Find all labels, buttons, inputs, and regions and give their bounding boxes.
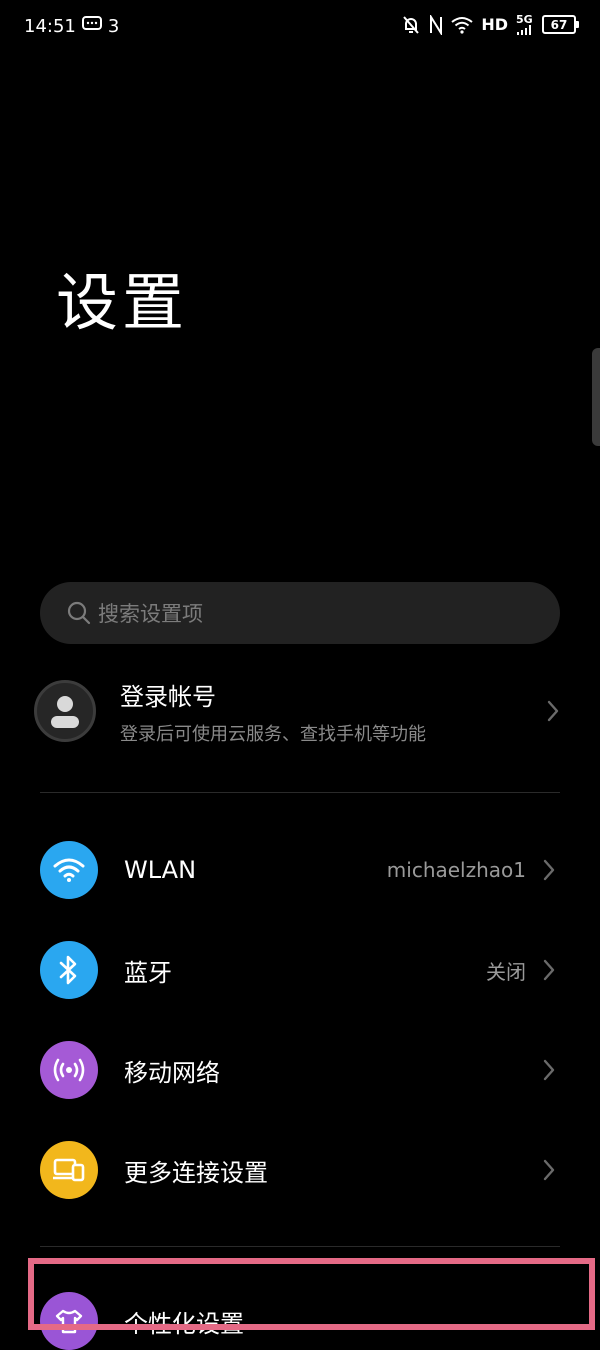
chevron-right-icon [542,858,556,882]
mobile-network-icon [40,1041,98,1099]
settings-item-more-connections[interactable]: 更多连接设置 [40,1141,560,1199]
network-type-label: 5G [516,13,533,26]
status-bar: 14:51 3 HD 5G 67 [0,0,600,56]
battery-level: 67 [550,17,568,32]
status-left: 14:51 3 [24,16,119,37]
more-connections-label: 更多连接设置 [124,1158,268,1187]
signal-indicator: 5G [516,14,534,35]
page-title: 设置 [56,266,189,339]
divider [40,792,560,793]
signal-bars-icon [517,25,531,35]
search-icon [66,600,92,626]
side-drag-handle[interactable] [592,348,600,446]
account-login-item[interactable]: 登录帐号 登录后可使用云服务、查找手机等功能 [34,676,564,746]
bluetooth-icon [40,941,98,999]
chevron-right-icon [546,699,560,723]
divider [40,1246,560,1247]
wifi-icon [40,841,98,899]
search-bar[interactable]: 搜索设置项 [40,582,560,644]
wlan-value: michaelzhao1 [386,858,526,882]
account-title: 登录帐号 [120,682,216,711]
chevron-right-icon [542,958,556,982]
battery-indicator: 67 [542,15,579,34]
settings-item-wlan[interactable]: WLAN michaelzhao1 [40,841,560,899]
account-text: 登录帐号 登录后可使用云服务、查找手机等功能 [120,677,426,746]
settings-item-bluetooth[interactable]: 蓝牙 关闭 [40,941,560,999]
chevron-right-icon [542,1158,556,1182]
chevron-right-icon [542,1058,556,1082]
bluetooth-label: 蓝牙 [124,958,172,987]
status-time: 14:51 [24,16,76,37]
nfc-icon [429,14,443,35]
more-connections-icon [40,1141,98,1199]
wifi-status-icon [451,16,473,34]
notification-count: 3 [107,16,120,37]
highlight-box [28,1258,595,1330]
account-subtitle: 登录后可使用云服务、查找手机等功能 [120,723,426,745]
hd-label: HD [481,15,508,34]
bell-muted-icon [401,15,421,35]
wlan-label: WLAN [124,856,197,884]
search-placeholder: 搜索设置项 [98,602,203,626]
avatar-icon [34,680,96,742]
mobile-network-label: 移动网络 [124,1058,220,1087]
settings-item-mobile-network[interactable]: 移动网络 [40,1041,560,1099]
bluetooth-value: 关闭 [486,959,526,984]
message-icon [81,16,102,37]
status-right: HD 5G 67 [401,14,579,35]
